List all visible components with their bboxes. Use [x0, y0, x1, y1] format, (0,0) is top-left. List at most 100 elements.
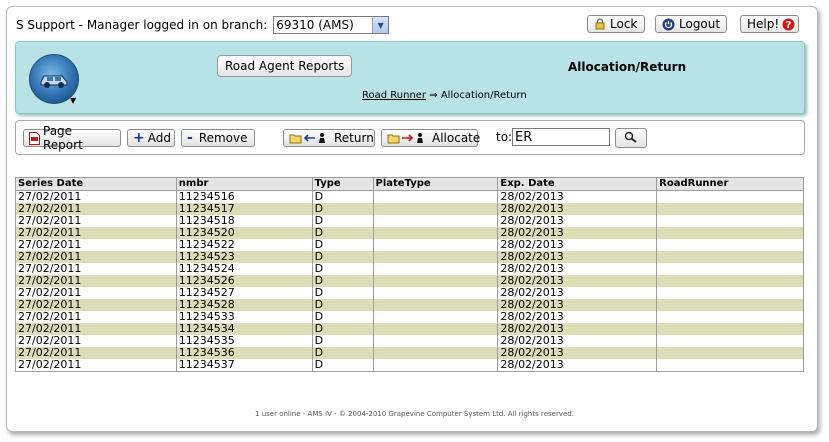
table-row[interactable]: 27/02/2011 11234536 D 28/02/2013 [15, 347, 804, 359]
table-row[interactable]: 27/02/2011 11234533 D 28/02/2013 [15, 311, 804, 323]
cell-nmbr: 11234537 [175, 359, 313, 372]
action-toolbar: Page Report + Add - Remove Return Alloca… [15, 120, 805, 155]
cell-roadrunner [656, 263, 804, 275]
road-agent-reports-button[interactable]: Road Agent Reports [217, 55, 353, 77]
table-row[interactable]: 27/02/2011 11234518 D 28/02/2013 [15, 215, 804, 227]
cell-plate-type [372, 359, 499, 372]
cell-plate-type [372, 251, 499, 263]
remove-button[interactable]: - Remove [181, 129, 255, 147]
cell-series-date: 27/02/2011 [15, 359, 177, 372]
table-row[interactable]: 27/02/2011 11234528 D 28/02/2013 [15, 299, 804, 311]
page-report-button[interactable]: Page Report [23, 124, 121, 152]
minus-icon: - [187, 130, 193, 146]
table-row[interactable]: 27/02/2011 11234517 D 28/02/2013 [15, 203, 804, 215]
cell-plate-type [372, 227, 499, 239]
cell-plate-type [372, 287, 499, 299]
table-row[interactable]: 27/02/2011 11234524 D 28/02/2013 [15, 263, 804, 275]
cell-roadrunner [656, 190, 804, 203]
table-row[interactable]: 27/02/2011 11234527 D 28/02/2013 [15, 287, 804, 299]
cell-exp-date: 28/02/2013 [497, 359, 658, 372]
cell-plate-type [372, 323, 499, 335]
breadcrumb: Road Runner ⇒ Allocation/Return [362, 90, 527, 101]
allocate-label: Allocate [432, 131, 481, 145]
column-header-nmbr[interactable]: nmbr [175, 177, 313, 191]
cell-roadrunner [656, 323, 804, 335]
column-header-series-date[interactable]: Series Date [15, 177, 177, 191]
footer-copyright: 1 user online - AMS IV - © 2004-2010 Gra… [255, 410, 574, 418]
magnifier-icon [624, 131, 638, 146]
cell-roadrunner [656, 335, 804, 347]
table-header-row: Series Date nmbr Type PlateType Exp. Dat… [15, 177, 804, 191]
cell-roadrunner [656, 275, 804, 287]
roadrunner-to-input[interactable]: ER [512, 128, 610, 146]
allocation-table: Series Date nmbr Type PlateType Exp. Dat… [15, 177, 804, 372]
search-button[interactable] [615, 128, 647, 148]
lock-button[interactable]: Lock [587, 15, 645, 33]
table-row[interactable]: 27/02/2011 11234526 D 28/02/2013 [15, 275, 804, 287]
branch-value: 69310 (AMS) [276, 18, 354, 32]
power-icon [662, 18, 675, 31]
cell-roadrunner [656, 251, 804, 263]
add-button[interactable]: + Add [127, 129, 175, 147]
cell-plate-type [372, 190, 499, 203]
svg-text:?: ? [786, 20, 792, 31]
column-header-type[interactable]: Type [311, 177, 374, 191]
breadcrumb-road-runner-link[interactable]: Road Runner [362, 90, 426, 101]
cell-roadrunner [656, 215, 804, 227]
column-header-plate-type[interactable]: PlateType [372, 177, 499, 191]
breadcrumb-current: Allocation/Return [440, 90, 527, 101]
allocate-button[interactable]: Allocate [381, 129, 481, 147]
cell-roadrunner [656, 347, 804, 359]
cell-roadrunner [656, 227, 804, 239]
cell-plate-type [372, 311, 499, 323]
cell-roadrunner [656, 311, 804, 323]
table-row[interactable]: 27/02/2011 11234537 D 28/02/2013 [15, 359, 804, 372]
cell-plate-type [372, 299, 499, 311]
login-status-text: S Support - Manager logged in on branch: [16, 18, 268, 32]
cell-roadrunner [656, 299, 804, 311]
cell-plate-type [372, 347, 499, 359]
page-report-label: Page Report [43, 124, 83, 152]
cell-roadrunner [656, 239, 804, 251]
plus-icon: + [133, 130, 145, 146]
chevron-down-icon[interactable]: ▼ [372, 17, 389, 33]
remove-label: Remove [198, 131, 248, 145]
logout-button[interactable]: Logout [655, 15, 727, 33]
return-button[interactable]: Return [283, 129, 375, 147]
logout-label: Logout [679, 17, 721, 31]
table-row[interactable]: 27/02/2011 11234535 D 28/02/2013 [15, 335, 804, 347]
cell-plate-type [372, 203, 499, 215]
table-row[interactable]: 27/02/2011 11234523 D 28/02/2013 [15, 251, 804, 263]
table-row[interactable]: 27/02/2011 11234516 D 28/02/2013 [15, 190, 804, 203]
breadcrumb-separator: ⇒ [429, 90, 438, 101]
question-icon: ? [782, 18, 795, 31]
cell-type: D [311, 359, 374, 372]
to-label: to: [496, 130, 513, 144]
lock-icon [594, 18, 606, 30]
table-row[interactable]: 27/02/2011 11234534 D 28/02/2013 [15, 323, 804, 335]
return-label: Return [334, 131, 374, 145]
logo-menu-caret-icon[interactable]: ▼ [70, 96, 76, 105]
table-row[interactable]: 27/02/2011 11234520 D 28/02/2013 [15, 227, 804, 239]
login-bar: S Support - Manager logged in on branch:… [16, 13, 390, 37]
add-label: Add [147, 131, 171, 145]
cell-roadrunner [656, 287, 804, 299]
cell-plate-type [372, 215, 499, 227]
help-button[interactable]: Help! ? [740, 15, 799, 33]
pdf-icon [29, 131, 40, 145]
cell-plate-type [372, 275, 499, 287]
folder-arrow-left-person-icon [289, 132, 331, 144]
page-title: Allocation/Return [568, 60, 687, 74]
cell-roadrunner [656, 203, 804, 215]
branch-select[interactable]: 69310 (AMS) ▼ [273, 16, 390, 34]
table-row[interactable]: 27/02/2011 11234522 D 28/02/2013 [15, 239, 804, 251]
cell-roadrunner [656, 359, 804, 372]
lock-label: Lock [610, 17, 638, 31]
help-label: Help! [747, 17, 780, 31]
cell-plate-type [372, 263, 499, 275]
column-header-roadrunner[interactable]: RoadRunner [656, 177, 804, 191]
column-header-exp-date[interactable]: Exp. Date [497, 177, 658, 191]
cell-plate-type [372, 335, 499, 347]
page-header: ▼ Road Agent Reports Allocation/Return R… [15, 41, 805, 114]
cell-plate-type [372, 239, 499, 251]
